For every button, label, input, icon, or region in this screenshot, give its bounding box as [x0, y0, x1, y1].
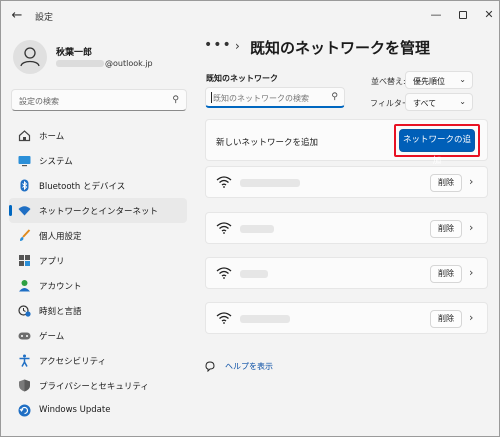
- sidebar-item-apps[interactable]: アプリ: [9, 248, 187, 273]
- sidebar-item-label: アカウント: [39, 282, 82, 292]
- email-redacted: [56, 60, 104, 67]
- wifi-icon: [216, 176, 232, 188]
- sidebar-item-label: システム: [39, 157, 73, 167]
- sidebar-nav: ホーム システム Bluetooth とデバイス ネットワークとインターネット: [9, 123, 187, 423]
- known-networks-label: 既知のネットワーク: [206, 74, 278, 83]
- sidebar-item-label: プライバシーとセキュリティ: [39, 382, 149, 392]
- game-icon: [18, 329, 31, 342]
- wifi-icon: [216, 312, 232, 324]
- page-title: 既知のネットワークを管理: [250, 39, 431, 57]
- sidebar-item-label: アクセシビリティ: [39, 357, 107, 367]
- chevron-right-icon: ›: [235, 39, 240, 53]
- sidebar-item-label: Windows Update: [39, 405, 111, 415]
- avatar[interactable]: [13, 40, 47, 74]
- settings-window: ← 設定 — ✕ 秋葉一郎 @outlook.jp 設定の検索 ⚲ ホーム シス…: [0, 0, 500, 437]
- sidebar-item-windows-update[interactable]: Windows Update: [9, 398, 187, 423]
- bluetooth-icon: [18, 179, 31, 192]
- person-icon: [20, 47, 40, 67]
- app-title: 設定: [35, 13, 54, 23]
- brush-icon: [18, 229, 31, 242]
- help-link[interactable]: ヘルプを表示: [225, 361, 273, 372]
- home-icon: [18, 129, 31, 142]
- sidebar-item-label: アプリ: [39, 257, 65, 267]
- help-icon: [205, 361, 215, 372]
- sidebar-item-label: ホーム: [39, 132, 65, 142]
- network-row[interactable]: 削除 ›: [205, 166, 488, 198]
- network-row[interactable]: 削除 ›: [205, 212, 488, 244]
- sidebar-item-label: 個人用設定: [39, 232, 82, 242]
- filter-value: すべて: [413, 99, 437, 108]
- network-name-redacted: [240, 315, 290, 323]
- sidebar-item-accessibility[interactable]: アクセシビリティ: [9, 348, 187, 373]
- sidebar-item-bluetooth[interactable]: Bluetooth とデバイス: [9, 173, 187, 198]
- chevron-right-icon[interactable]: ›: [469, 175, 473, 188]
- shield-icon: [18, 379, 31, 392]
- sidebar-item-label: ネットワークとインターネット: [39, 207, 159, 217]
- sidebar-item-personalization[interactable]: 個人用設定: [9, 223, 187, 248]
- sidebar-item-system[interactable]: システム: [9, 148, 187, 173]
- email-domain: @outlook.jp: [105, 59, 153, 68]
- filter-dropdown[interactable]: すべて ⌄: [405, 93, 473, 111]
- system-icon: [18, 154, 31, 167]
- sort-value: 優先順位: [413, 77, 445, 86]
- chevron-down-icon: ⌄: [459, 75, 466, 84]
- network-search-input[interactable]: 既知のネットワークの検索 ⚲: [205, 87, 345, 108]
- sidebar-item-label: 時刻と言語: [39, 307, 82, 317]
- network-name-redacted: [240, 225, 274, 233]
- add-network-card: 新しいネットワークを追加 ネットワークの追加: [205, 119, 488, 166]
- highlight-box: ネットワークの追加: [394, 124, 480, 166]
- network-name-redacted: [240, 179, 300, 187]
- search-icon: ⚲: [331, 92, 338, 102]
- time-language-icon: [18, 304, 31, 317]
- sidebar-item-network[interactable]: ネットワークとインターネット: [9, 198, 187, 223]
- sidebar-item-home[interactable]: ホーム: [9, 123, 187, 148]
- text-caret: [211, 92, 212, 103]
- sort-label: 並べ替え:: [371, 77, 406, 86]
- settings-search-input[interactable]: 設定の検索 ⚲: [11, 89, 187, 111]
- accessibility-icon: [18, 354, 31, 367]
- maximize-icon: [459, 11, 467, 19]
- search-icon: ⚲: [172, 95, 179, 105]
- network-row[interactable]: 削除 ›: [205, 257, 488, 289]
- delete-button[interactable]: 削除: [430, 265, 462, 283]
- add-network-label: 新しいネットワークを追加: [216, 138, 319, 148]
- sidebar-item-account[interactable]: アカウント: [9, 273, 187, 298]
- sidebar-item-label: ゲーム: [39, 332, 65, 342]
- apps-icon: [18, 254, 31, 267]
- back-button[interactable]: ←: [7, 7, 27, 25]
- user-name: 秋葉一郎: [56, 48, 93, 58]
- chevron-down-icon: ⌄: [459, 97, 466, 106]
- minimize-button[interactable]: —: [425, 5, 447, 25]
- update-icon: [18, 404, 31, 417]
- network-row[interactable]: 削除 ›: [205, 302, 488, 334]
- chevron-right-icon[interactable]: ›: [469, 221, 473, 234]
- chevron-right-icon[interactable]: ›: [469, 311, 473, 324]
- network-search-placeholder: 既知のネットワークの検索: [213, 94, 309, 103]
- delete-button[interactable]: 削除: [430, 174, 462, 192]
- account-icon: [18, 279, 31, 292]
- sidebar-item-gaming[interactable]: ゲーム: [9, 323, 187, 348]
- delete-button[interactable]: 削除: [430, 310, 462, 328]
- breadcrumb-more-button[interactable]: •••: [204, 37, 232, 53]
- wifi-icon: [216, 267, 232, 279]
- add-network-button[interactable]: ネットワークの追加: [399, 129, 475, 166]
- maximize-button[interactable]: [452, 5, 474, 25]
- title-bar: ← 設定 — ✕: [1, 1, 499, 31]
- close-button[interactable]: ✕: [478, 5, 499, 25]
- sidebar-item-time-language[interactable]: 時刻と言語: [9, 298, 187, 323]
- sidebar-item-privacy-security[interactable]: プライバシーとセキュリティ: [9, 373, 187, 398]
- chevron-right-icon[interactable]: ›: [469, 266, 473, 279]
- wifi-icon: [216, 222, 232, 234]
- active-indicator: [9, 205, 12, 216]
- delete-button[interactable]: 削除: [430, 220, 462, 238]
- sort-dropdown[interactable]: 優先順位 ⌄: [405, 71, 473, 89]
- sidebar-item-label: Bluetooth とデバイス: [39, 182, 126, 192]
- network-icon: [18, 204, 31, 217]
- user-email: @outlook.jp: [56, 59, 153, 68]
- network-name-redacted: [240, 270, 268, 278]
- settings-search-placeholder: 設定の検索: [19, 97, 59, 106]
